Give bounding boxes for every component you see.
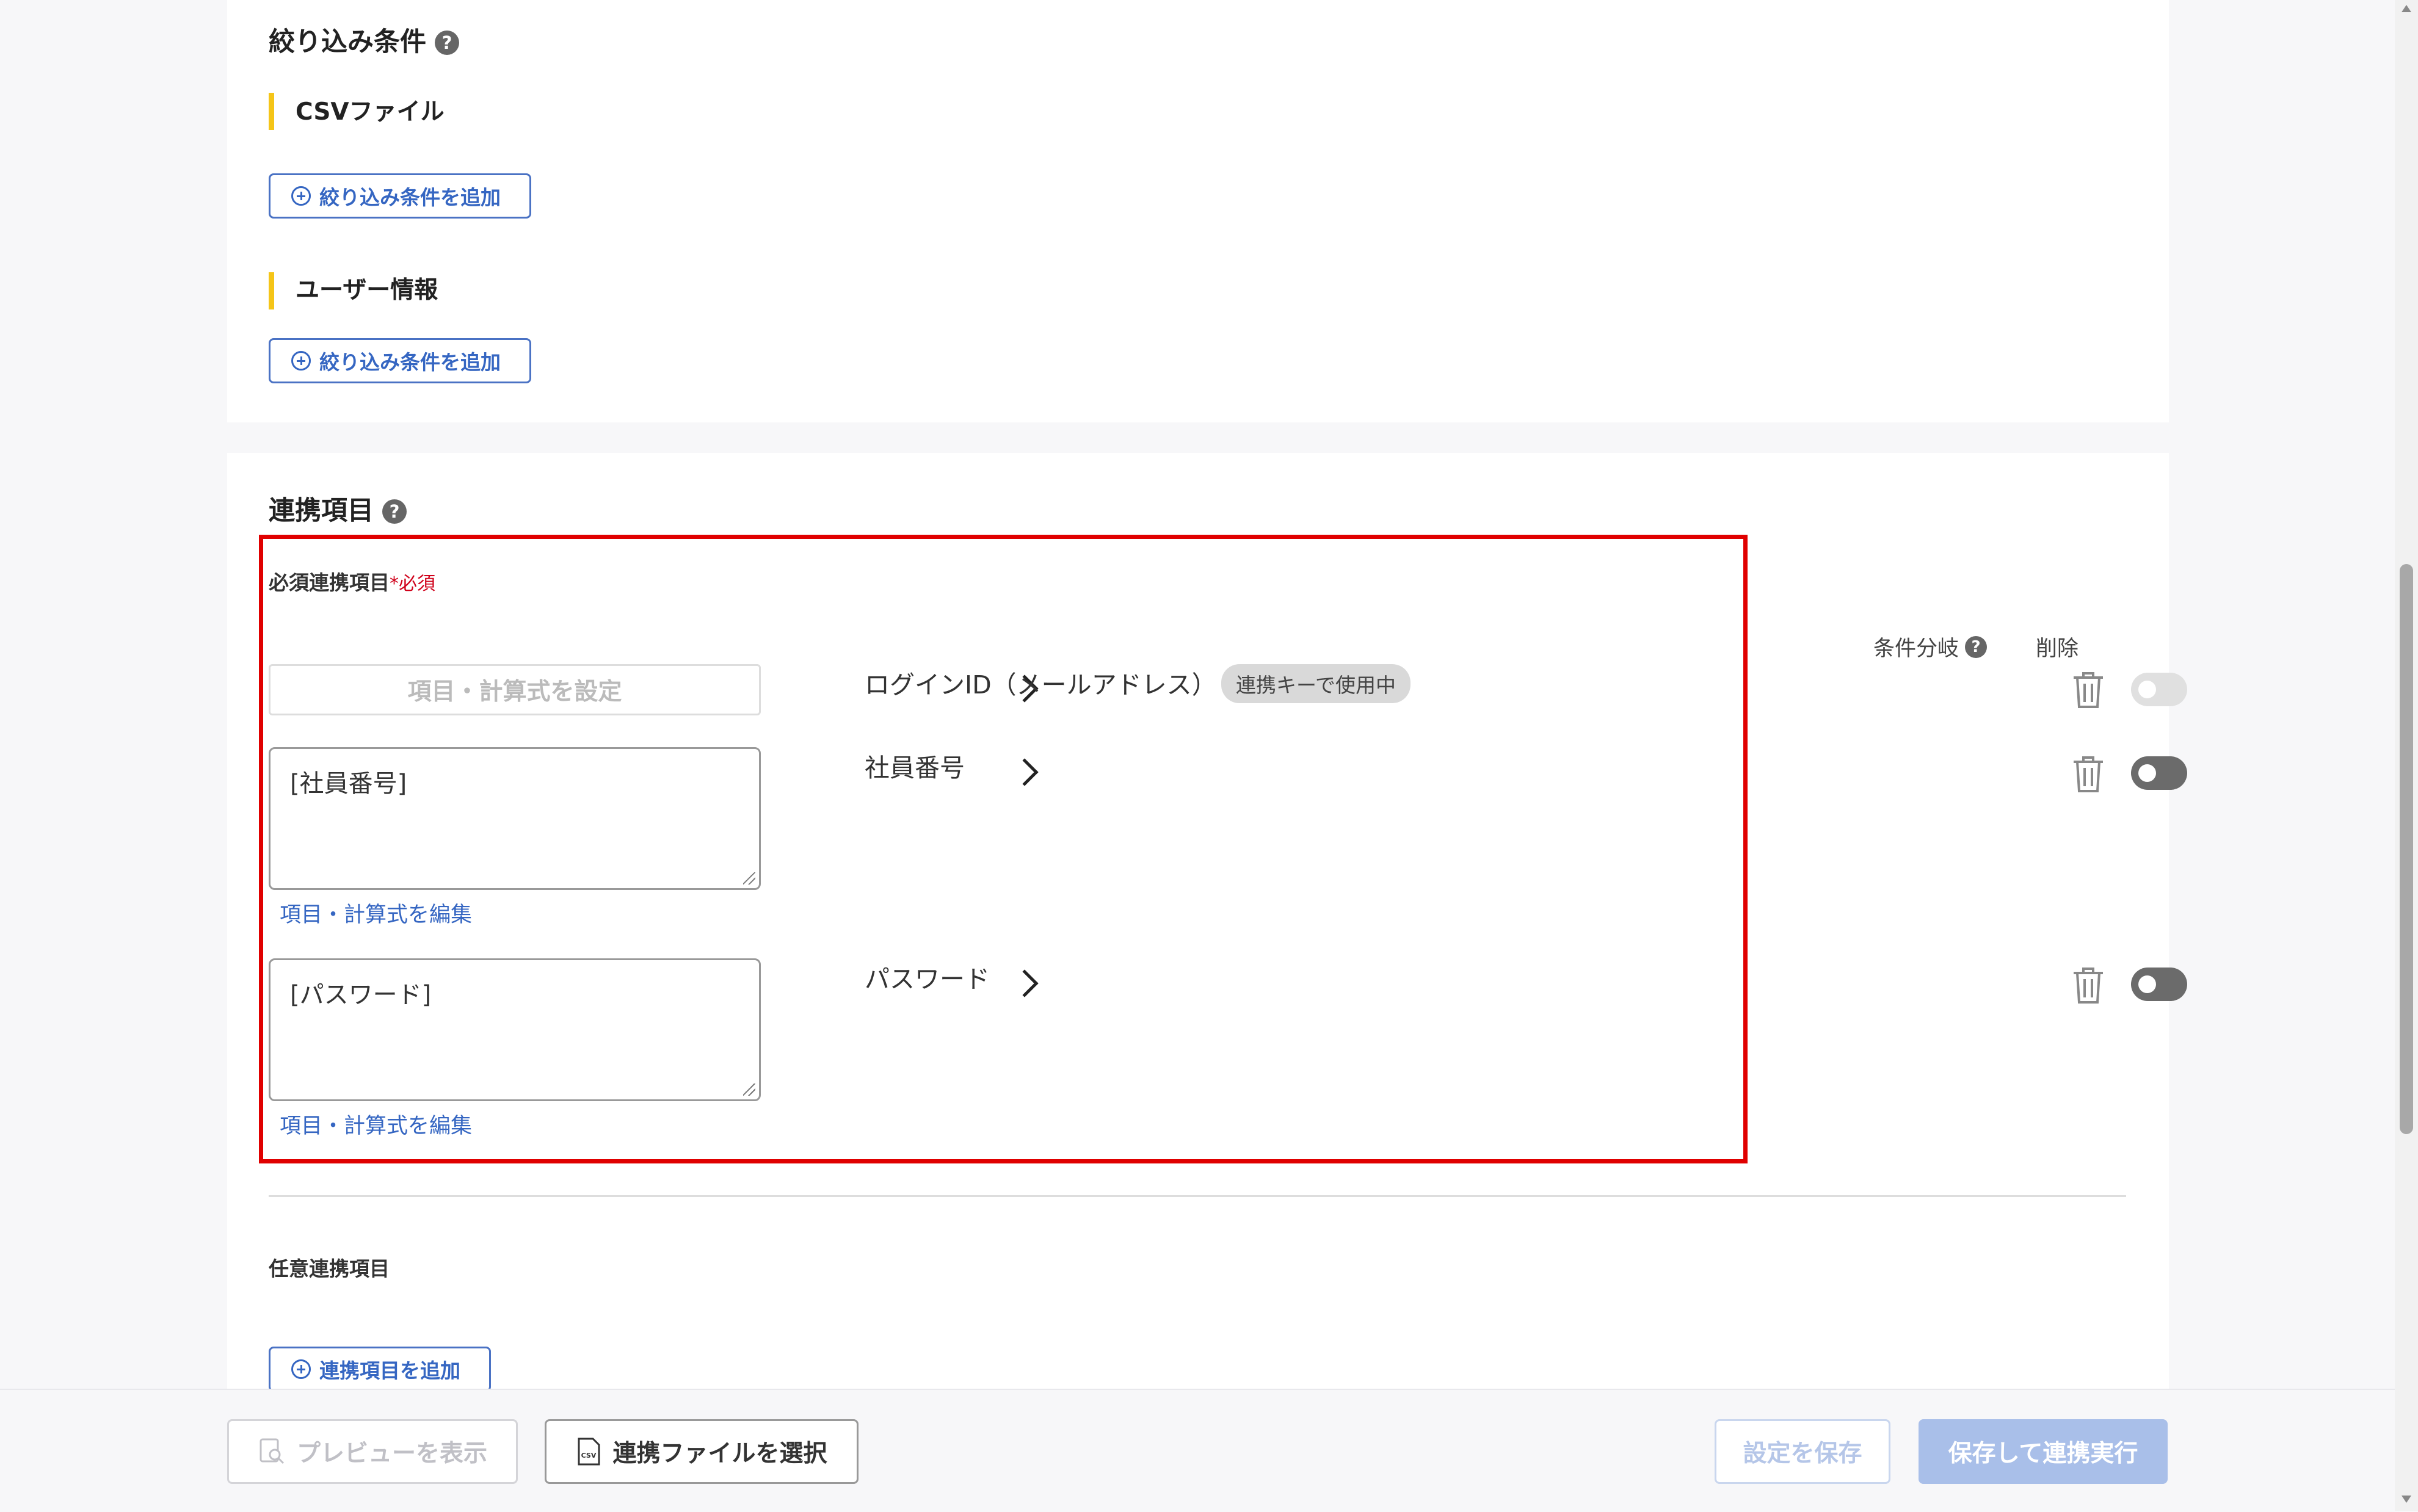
save-settings-button[interactable]: 設定を保存 <box>1715 1419 1890 1484</box>
condition-branch-text: 条件分岐 <box>1873 637 1959 661</box>
add-filter-label: 絞り込み条件を追加 <box>319 350 501 374</box>
condition-branch-header: 条件分岐 ? <box>1873 631 1988 662</box>
optional-items-label: 任意連携項目 <box>269 1257 390 1281</box>
preview-icon <box>260 1438 285 1464</box>
condition-toggle[interactable] <box>2131 756 2187 790</box>
save-and-run-button[interactable]: 保存して連携実行 <box>1919 1419 2168 1484</box>
filter-heading: 絞り込み条件 ? <box>269 29 459 56</box>
highlight-box <box>259 535 1748 1163</box>
condition-toggle[interactable] <box>2131 673 2187 706</box>
trash-icon[interactable] <box>2071 670 2105 709</box>
user-info-label: ユーザー情報 <box>296 277 438 304</box>
preview-label: プレビューを表示 <box>296 1440 487 1467</box>
scrollbar-thumb[interactable] <box>2400 564 2413 1134</box>
scroll-up-arrow-icon[interactable] <box>2402 5 2411 12</box>
add-filter-label: 絞り込み条件を追加 <box>319 186 501 209</box>
add-mapping-item-button[interactable]: 連携項目を追加 <box>269 1347 491 1392</box>
filter-card: 絞り込み条件 ? CSVファイル 絞り込み条件を追加 ユーザー情報 絞り込み条件… <box>227 0 2169 422</box>
select-file-button[interactable]: CSV 連携ファイルを選択 <box>545 1419 859 1484</box>
trash-icon[interactable] <box>2071 754 2105 794</box>
preview-button[interactable]: プレビューを表示 <box>227 1419 518 1484</box>
svg-text:CSV: CSV <box>581 1452 597 1460</box>
footer-bar: プレビューを表示 CSV 連携ファイルを選択 設定を保存 保存して連携実行 <box>0 1389 2406 1512</box>
csv-file-label: CSVファイル <box>296 98 445 126</box>
help-icon[interactable]: ? <box>1965 635 1988 658</box>
add-mapping-label: 連携項目を追加 <box>319 1359 460 1383</box>
plus-circle-icon <box>291 351 311 371</box>
add-filter-csv-button[interactable]: 絞り込み条件を追加 <box>269 173 531 219</box>
plus-circle-icon <box>291 186 311 206</box>
condition-toggle[interactable] <box>2131 968 2187 1001</box>
trash-icon[interactable] <box>2071 966 2105 1005</box>
divider <box>269 1195 2126 1197</box>
mapping-title: 連携項目 <box>269 496 374 526</box>
delete-header: 削除 <box>2036 637 2079 661</box>
filter-title: 絞り込み条件 <box>269 27 426 57</box>
plus-circle-icon <box>291 1359 311 1379</box>
mapping-heading: 連携項目 ? <box>269 498 407 524</box>
save-and-run-label: 保存して連携実行 <box>1948 1440 2138 1467</box>
add-filter-user-button[interactable]: 絞り込み条件を追加 <box>269 338 531 383</box>
scrollbar-track[interactable] <box>2395 0 2418 1511</box>
section-bar <box>269 272 274 309</box>
save-settings-label: 設定を保存 <box>1743 1440 1862 1467</box>
scroll-down-arrow-icon[interactable] <box>2402 1496 2411 1503</box>
select-file-label: 連携ファイルを選択 <box>612 1440 827 1467</box>
section-bar <box>269 93 274 130</box>
help-icon[interactable]: ? <box>382 499 407 524</box>
csv-file-icon: CSV <box>578 1438 600 1466</box>
help-icon[interactable]: ? <box>435 30 459 55</box>
